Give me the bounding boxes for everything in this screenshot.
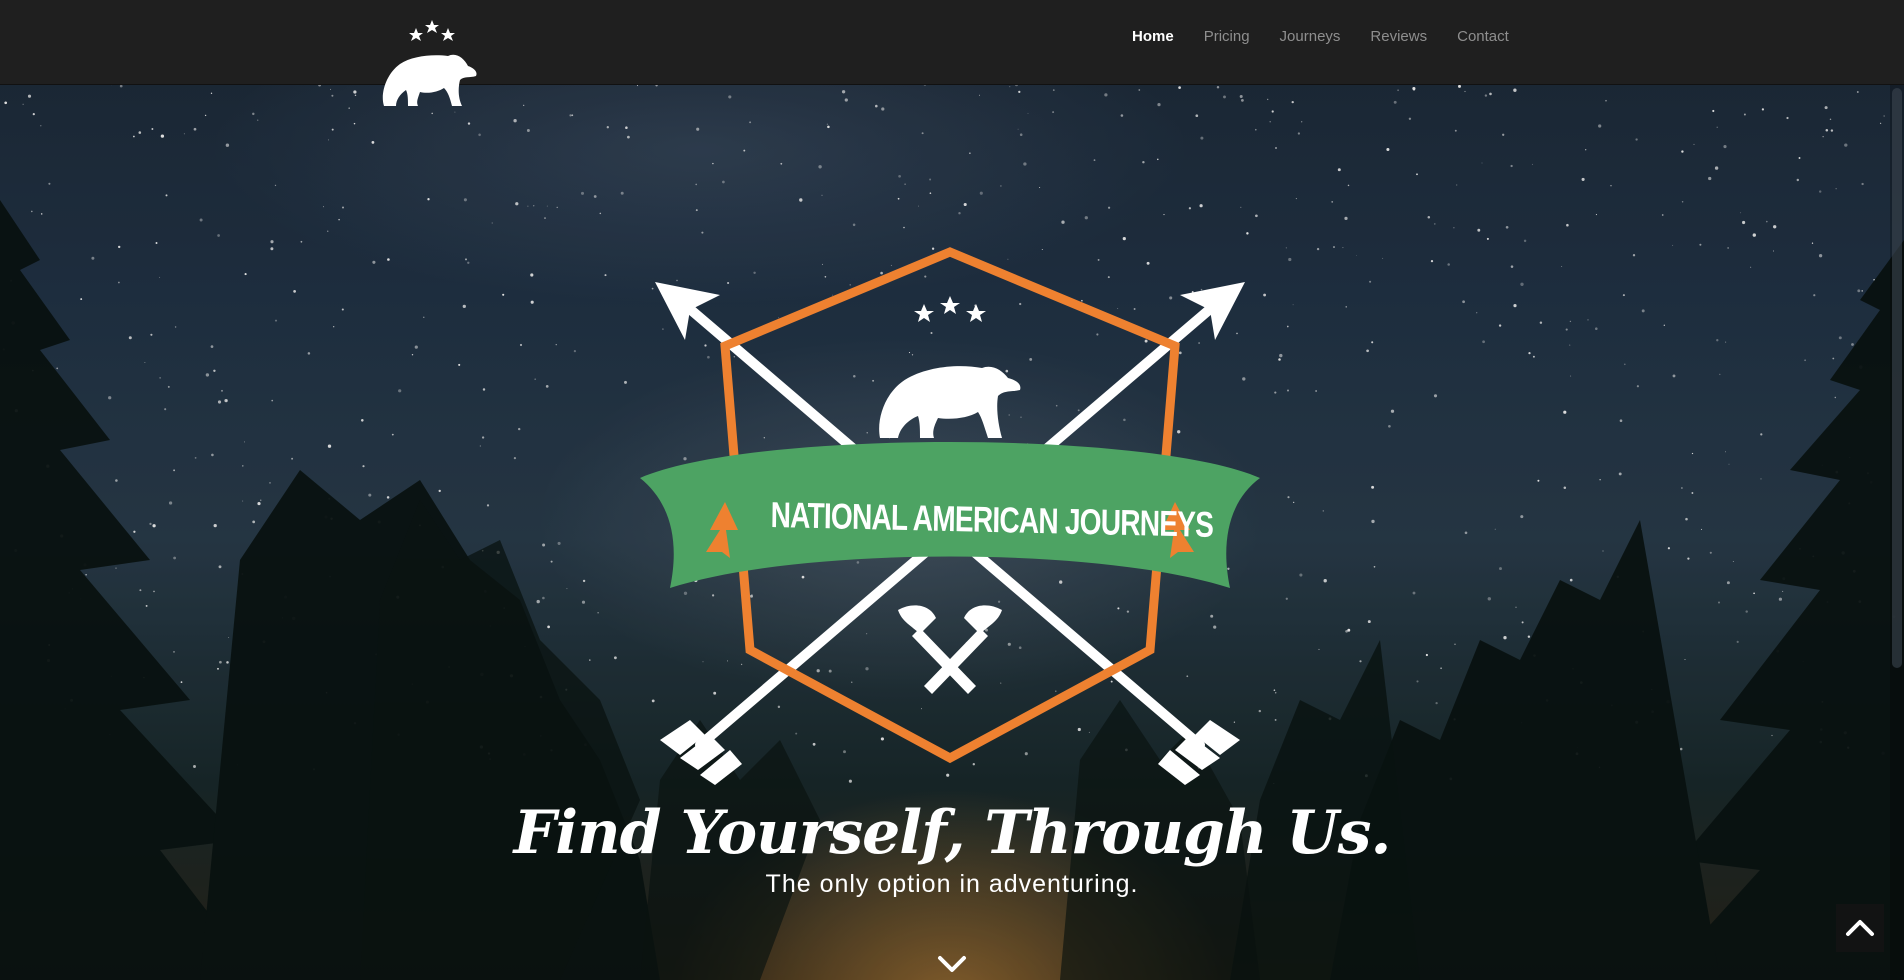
emblem-banner-text: NATIONAL AMERICAN JOURNEYS bbox=[770, 493, 1214, 545]
scrollbar-thumb[interactable] bbox=[1892, 88, 1902, 668]
nav-journeys[interactable]: Journeys bbox=[1280, 28, 1341, 45]
hero-subheadline: The only option in adventuring. bbox=[765, 870, 1139, 898]
page-scrollbar[interactable] bbox=[1890, 84, 1904, 980]
crossed-axes-icon bbox=[898, 605, 1002, 694]
hero-headline: Find Yourself, Through Us. bbox=[513, 798, 1392, 868]
bear-with-stars-icon[interactable] bbox=[378, 14, 488, 114]
nav-home[interactable]: Home bbox=[1132, 28, 1174, 45]
nav-pricing[interactable]: Pricing bbox=[1204, 28, 1250, 45]
back-to-top-button[interactable] bbox=[1836, 904, 1884, 952]
top-navbar bbox=[0, 0, 1904, 85]
bear-icon bbox=[879, 366, 1021, 438]
nav-contact[interactable]: Contact bbox=[1457, 28, 1509, 45]
page: Home Pricing Journeys Reviews Contact NA… bbox=[0, 0, 1904, 980]
chevron-down-icon[interactable] bbox=[936, 952, 968, 976]
nav-reviews[interactable]: Reviews bbox=[1370, 28, 1427, 45]
main-nav: Home Pricing Journeys Reviews Contact bbox=[1132, 28, 1539, 45]
chevron-up-icon bbox=[1846, 920, 1874, 936]
